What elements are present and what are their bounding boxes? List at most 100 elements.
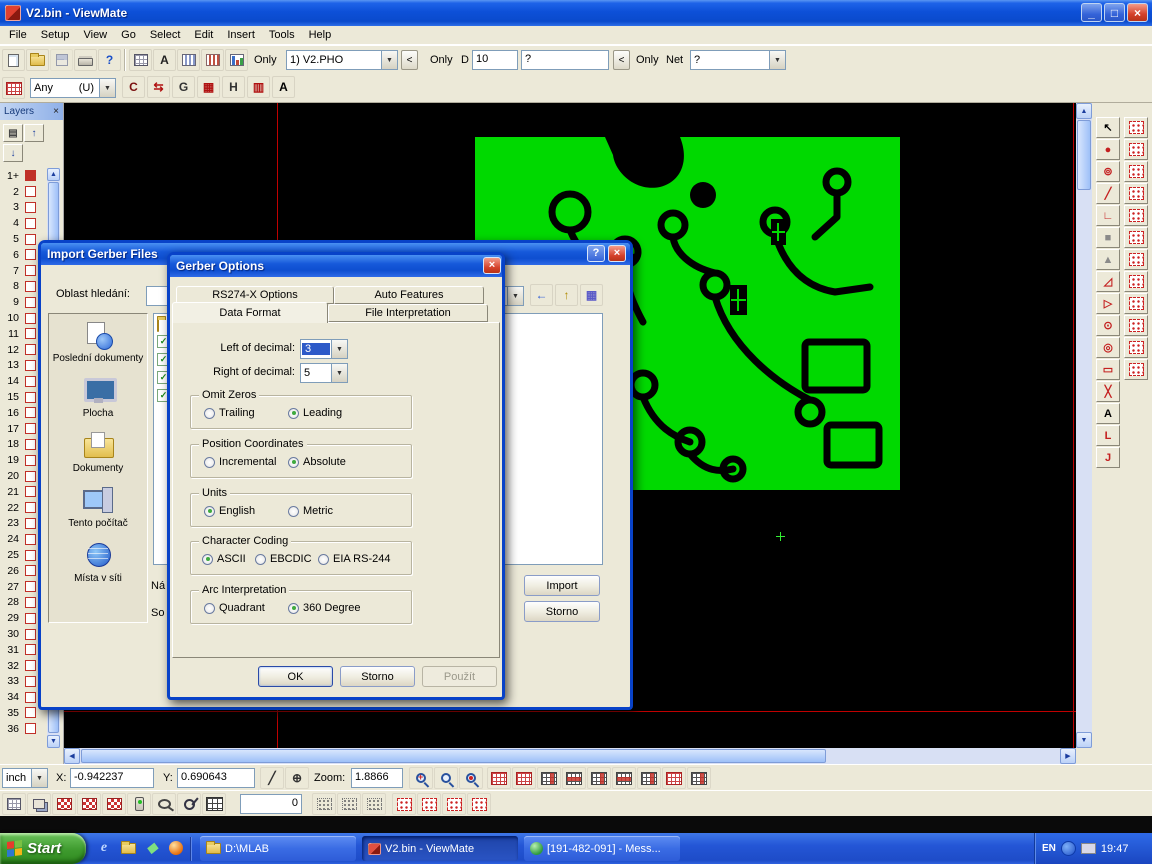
layer-color-swatch[interactable] — [25, 534, 36, 545]
layer-color-swatch[interactable] — [25, 502, 36, 513]
layers-panel-header[interactable]: Layers × — [0, 103, 63, 120]
text-size-icon[interactable]: A — [153, 49, 176, 71]
layer-color-swatch[interactable] — [25, 550, 36, 561]
radio-quadrant[interactable]: Quadrant — [204, 602, 265, 614]
layer-color-swatch[interactable] — [25, 597, 36, 608]
cross-lines-icon[interactable]: ╳ — [1096, 381, 1120, 402]
text-tool-icon[interactable]: A — [272, 76, 295, 98]
rect-outline-icon[interactable]: ▭ — [1096, 359, 1120, 380]
origin-crosshair-icon[interactable]: ⊕ — [285, 767, 309, 789]
aperture-grid-icon-1[interactable] — [487, 767, 511, 789]
flash-point-icon[interactable]: ● — [1096, 139, 1120, 160]
layer-color-swatch[interactable] — [25, 644, 36, 655]
radio-trailing[interactable]: Trailing — [204, 407, 255, 419]
taskbar-task[interactable]: V2.bin - ViewMate — [362, 836, 518, 861]
layer-color-swatch[interactable] — [25, 344, 36, 355]
unit-select[interactable]: inch ▼ — [2, 768, 48, 788]
scroll-up-icon[interactable]: ▲ — [1076, 103, 1092, 119]
layer-color-swatch[interactable] — [25, 360, 36, 371]
filled-triangle-icon[interactable]: ▲ — [1096, 249, 1120, 270]
scroll-down-icon[interactable]: ▼ — [1076, 732, 1092, 748]
pad-select-icon-3[interactable] — [442, 793, 466, 815]
import-button[interactable]: Import — [524, 575, 600, 596]
dot-grid-icon-3[interactable] — [362, 793, 386, 815]
aperture-grid-icon-7[interactable] — [637, 767, 661, 789]
aperture-pad-icon-8[interactable] — [1124, 271, 1148, 292]
layer-row[interactable]: 4 — [0, 215, 46, 231]
layer-color-swatch[interactable] — [25, 660, 36, 671]
net-select[interactable]: ? ▼ — [690, 50, 786, 70]
draw-angle-icon[interactable]: ∟ — [1096, 205, 1120, 226]
dot-grid-icon-2[interactable] — [337, 793, 361, 815]
h-tool-icon[interactable]: H — [222, 76, 245, 98]
draw-line-icon[interactable]: ╱ — [1096, 183, 1120, 204]
aperture-pad-icon-5[interactable] — [1124, 205, 1148, 226]
place-item[interactable]: Dokumenty — [50, 424, 146, 479]
radio-eia-rs244[interactable]: EIA RS-244 — [318, 553, 390, 565]
place-item[interactable]: Poslední dokumenty — [50, 314, 146, 369]
pad-stack-icon[interactable]: ⊚ — [1096, 161, 1120, 182]
l-shape-tool-icon[interactable]: L — [1096, 425, 1120, 446]
aperture-grid-icon-8[interactable] — [662, 767, 686, 789]
aperture-pad-icon-3[interactable] — [1124, 161, 1148, 182]
place-item[interactable]: Tento počítač — [50, 479, 146, 534]
film-grid-icon[interactable] — [129, 49, 152, 71]
aperture-pad-icon-7[interactable] — [1124, 249, 1148, 270]
aperture-pad-icon-12[interactable] — [1124, 359, 1148, 380]
scroll-right-icon[interactable]: ▶ — [1060, 748, 1076, 764]
layer-row[interactable]: 2 — [0, 184, 46, 200]
snap-grid-icon[interactable] — [2, 793, 26, 815]
menu-select[interactable]: Select — [143, 27, 188, 43]
pad-pattern-icon-3[interactable] — [102, 793, 126, 815]
columns-red-icon[interactable] — [201, 49, 224, 71]
prev-dcode-button[interactable]: < — [613, 50, 630, 70]
layer-color-swatch[interactable] — [25, 613, 36, 624]
layer-color-swatch[interactable] — [25, 234, 36, 245]
layer-color-swatch[interactable] — [25, 518, 36, 529]
pad-grid-tool-icon[interactable]: ▦ — [197, 76, 220, 98]
dialog-help-icon[interactable]: ? — [587, 245, 605, 262]
menu-edit[interactable]: Edit — [187, 27, 220, 43]
vertical-scroll-thumb[interactable] — [1077, 120, 1091, 190]
layer-color-swatch[interactable] — [25, 265, 36, 276]
dialog-close-icon[interactable]: × — [608, 245, 626, 262]
layer-color-swatch[interactable] — [25, 486, 36, 497]
layer-stack-icon[interactable] — [27, 793, 51, 815]
aperture-pad-icon-6[interactable] — [1124, 227, 1148, 248]
start-button[interactable]: Start — [0, 833, 86, 864]
bullseye-icon[interactable]: ◎ — [1096, 337, 1120, 358]
horizontal-scroll-thumb[interactable] — [81, 749, 826, 763]
dropdown-arrow-icon[interactable]: ▼ — [331, 340, 347, 358]
layer-color-swatch[interactable] — [25, 281, 36, 292]
layer-color-swatch[interactable] — [25, 170, 36, 181]
layer-color-swatch[interactable] — [25, 218, 36, 229]
right-of-decimal-select[interactable]: 5 ▼ — [300, 363, 348, 383]
aperture-pad-icon-2[interactable] — [1124, 139, 1148, 160]
chart-icon[interactable] — [225, 49, 248, 71]
measure-diagonal-icon[interactable]: ╱ — [260, 767, 284, 789]
layer-color-swatch[interactable] — [25, 249, 36, 260]
scroll-down-icon[interactable]: ▼ — [47, 735, 60, 748]
place-item[interactable]: Plocha — [50, 369, 146, 424]
tab-data-format[interactable]: Data Format — [172, 302, 328, 323]
text-a-tool-icon[interactable]: A — [1096, 403, 1120, 424]
taskbar-task[interactable]: D:\MLAB — [200, 836, 356, 861]
back-icon[interactable]: ← — [530, 284, 553, 306]
dropdown-arrow-icon[interactable]: ▼ — [99, 79, 115, 97]
radio-metric[interactable]: Metric — [288, 505, 333, 517]
up-level-icon[interactable]: ↑ — [555, 284, 578, 306]
play-shape-icon[interactable]: ▷ — [1096, 293, 1120, 314]
layer-color-swatch[interactable] — [25, 313, 36, 324]
layer-file-select[interactable]: 1) V2.PHO ▼ — [286, 50, 398, 70]
menu-file[interactable]: File — [2, 27, 34, 43]
select-cursor-icon[interactable]: ↖ — [1096, 117, 1120, 138]
layer-color-swatch[interactable] — [25, 455, 36, 466]
ok-button[interactable]: OK — [258, 666, 333, 687]
menu-go[interactable]: Go — [114, 27, 143, 43]
new-file-icon[interactable] — [2, 49, 25, 71]
aperture-pad-icon-11[interactable] — [1124, 337, 1148, 358]
print-icon[interactable] — [74, 49, 97, 71]
left-of-decimal-select[interactable]: 3 ▼ — [300, 339, 348, 359]
vertical-scrollbar[interactable]: ▲ ▼ — [1076, 103, 1092, 748]
dropdown-arrow-icon[interactable]: ▼ — [331, 364, 347, 382]
